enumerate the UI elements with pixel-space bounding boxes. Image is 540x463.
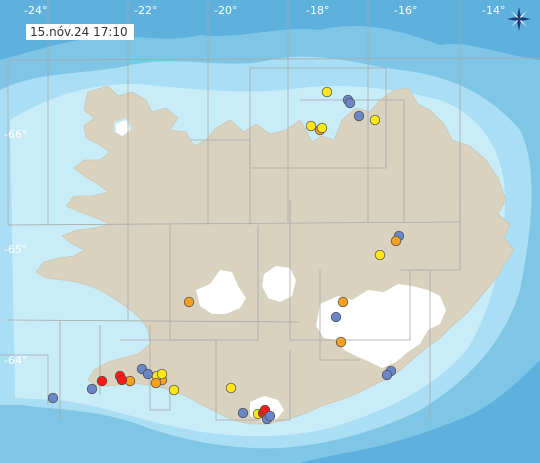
longitude-label: -20°: [214, 4, 238, 17]
longitude-label: -16°: [394, 4, 418, 17]
earthquake-marker-orange[interactable]: [183, 296, 195, 308]
earthquake-marker-orange[interactable]: [150, 377, 162, 389]
longitude-label: -18°: [306, 4, 330, 17]
earthquake-marker-red[interactable]: [96, 375, 108, 387]
earthquake-marker-orange[interactable]: [337, 296, 349, 308]
earthquake-marker-yellow[interactable]: [168, 384, 180, 396]
longitude-label: -14°: [482, 4, 506, 17]
latitude-label: -66°: [4, 128, 28, 141]
earthquake-marker-orange[interactable]: [390, 235, 402, 247]
earthquake-map[interactable]: -24° -22° -20° -18° -16° -14° -66° -65° …: [0, 0, 540, 463]
earthquake-marker-blue[interactable]: [381, 369, 393, 381]
latitude-label: -64°: [4, 354, 28, 367]
earthquake-marker-blue[interactable]: [237, 407, 249, 419]
longitude-label: -22°: [134, 4, 158, 17]
earthquake-marker-blue[interactable]: [86, 383, 98, 395]
map-canvas: [0, 0, 540, 463]
compass-rose-icon[interactable]: [506, 6, 532, 32]
earthquake-marker-yellow[interactable]: [225, 382, 237, 394]
earthquake-marker-blue[interactable]: [344, 97, 356, 109]
earthquake-marker-blue[interactable]: [264, 410, 276, 422]
earthquake-marker-yellow[interactable]: [321, 86, 333, 98]
earthquake-marker-yellow[interactable]: [374, 249, 386, 261]
earthquake-marker-orange[interactable]: [335, 336, 347, 348]
earthquake-marker-blue[interactable]: [330, 311, 342, 323]
earthquake-marker-yellow[interactable]: [156, 368, 168, 380]
longitude-label: -24°: [24, 4, 48, 17]
earthquake-marker-blue[interactable]: [47, 392, 59, 404]
timestamp-label: 15.nóv.24 17:10: [26, 24, 134, 40]
earthquake-marker-yellow[interactable]: [369, 114, 381, 126]
earthquake-marker-yellow[interactable]: [316, 122, 328, 134]
earthquake-marker-red[interactable]: [116, 374, 128, 386]
earthquake-marker-blue[interactable]: [353, 110, 365, 122]
earthquake-marker-blue[interactable]: [142, 368, 154, 380]
latitude-label: -65°: [4, 243, 28, 256]
earthquake-marker-yellow[interactable]: [305, 120, 317, 132]
